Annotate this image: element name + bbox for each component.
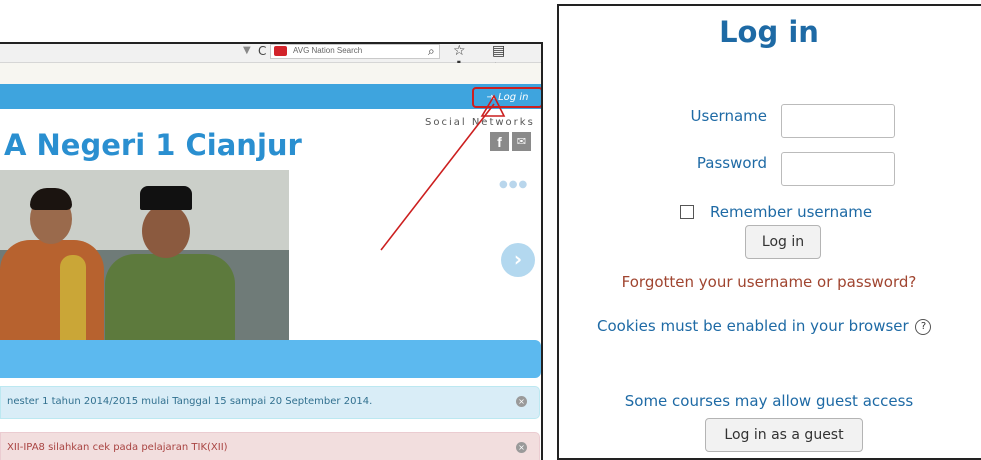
browser-toolbar: ▼ C AVG Nation Search ⌕ ☆ ▤ ⬇ ⌂: [0, 44, 541, 75]
url-dropdown-icon[interactable]: ▼: [243, 45, 251, 56]
social-networks-label: Social Networks: [425, 117, 535, 128]
guest-access-text: Some courses may allow guest access: [624, 392, 914, 410]
search-icon[interactable]: ⌕: [428, 44, 435, 59]
remember-username-label: Remember username: [710, 203, 873, 221]
login-button[interactable]: Log in: [745, 225, 821, 259]
cookies-notice: Cookies must be enabled in your browser …: [597, 317, 932, 335]
trophy: [60, 255, 86, 345]
close-icon[interactable]: ×: [516, 396, 527, 407]
reload-icon[interactable]: C: [258, 44, 266, 58]
info-alert-text: nester 1 tahun 2014/2015 mulai Tanggal 1…: [7, 396, 373, 407]
next-slide-icon[interactable]: ›: [501, 243, 535, 277]
help-icon[interactable]: ?: [915, 318, 932, 335]
username-label: Username: [690, 107, 767, 125]
danger-alert-text: XII-IPA8 silahkan cek pada pelajaran TIK…: [7, 442, 228, 453]
twitter-icon[interactable]: ✉: [512, 132, 531, 151]
danger-alert: XII-IPA8 silahkan cek pada pelajaran TIK…: [0, 432, 540, 460]
facebook-icon[interactable]: f: [490, 132, 509, 151]
guest-login-button[interactable]: Log in as a guest: [705, 418, 863, 452]
slider-dots[interactable]: ●●●: [499, 179, 528, 190]
site-nav-bar: [0, 84, 541, 109]
search-placeholder: AVG Nation Search: [293, 46, 363, 55]
person-a-hair: [30, 188, 72, 210]
remember-username-checkbox[interactable]: [680, 205, 694, 219]
login-link[interactable]: ⇥ Log in: [472, 87, 541, 108]
person-b-cap: [140, 186, 192, 210]
avg-icon: [274, 46, 287, 56]
person-b: [105, 254, 235, 345]
username-field[interactable]: [781, 104, 895, 138]
page-top-strip: [0, 63, 541, 85]
page-title: Log in: [719, 15, 819, 49]
search-input[interactable]: AVG Nation Search: [270, 44, 440, 59]
info-alert: nester 1 tahun 2014/2015 mulai Tanggal 1…: [0, 386, 540, 419]
cookies-text: Cookies must be enabled in your browser: [597, 317, 909, 335]
person-a: [0, 240, 104, 345]
password-field[interactable]: [781, 152, 895, 186]
browser-screenshot: ▼ C AVG Nation Search ⌕ ☆ ▤ ⬇ ⌂ ⇥ Log in…: [0, 42, 543, 460]
slideshow-photo: [0, 170, 289, 345]
close-icon[interactable]: ×: [516, 442, 527, 453]
person-b-head: [142, 204, 190, 258]
site-title: A Negeri 1 Cianjur: [4, 128, 302, 162]
slide-caption-bar: [0, 340, 541, 378]
login-panel: Log in Username Password Remember userna…: [557, 4, 981, 460]
password-label: Password: [696, 154, 767, 172]
forgot-password-link[interactable]: Forgotten your username or password?: [559, 273, 979, 291]
